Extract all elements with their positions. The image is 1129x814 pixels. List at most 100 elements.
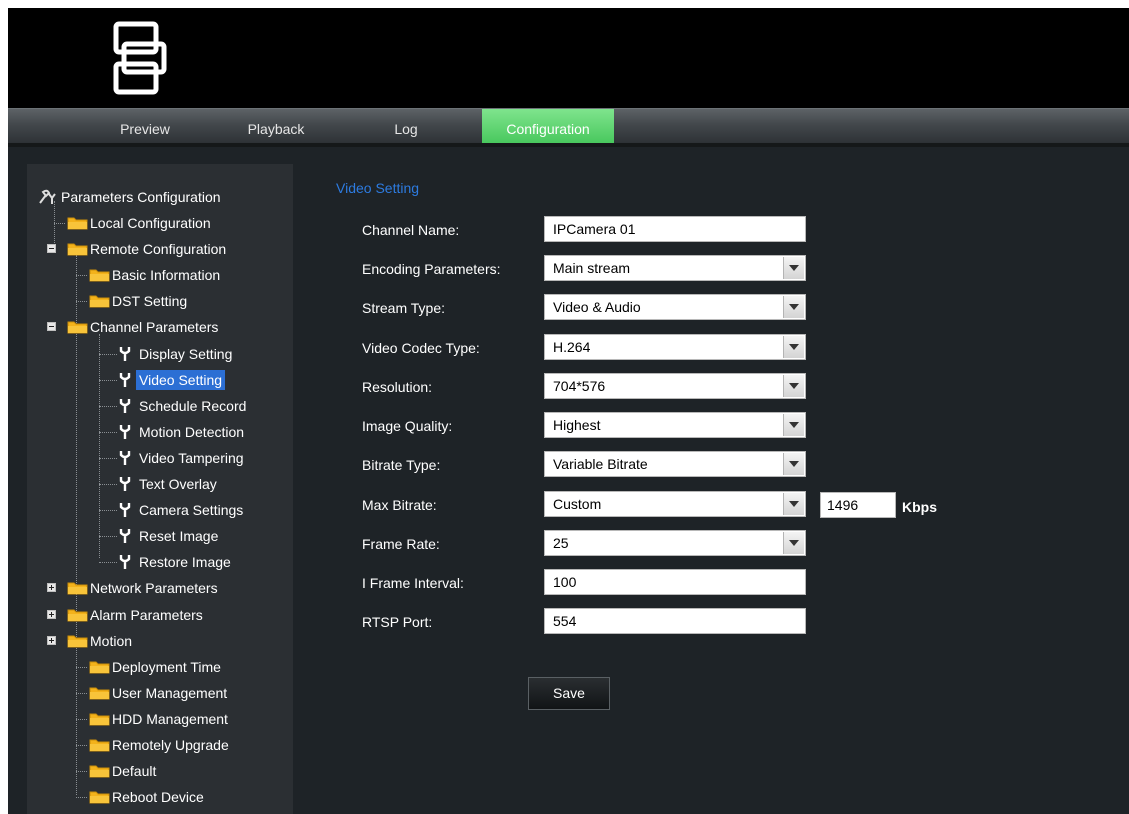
tree-item[interactable]: Channel Parameters (27, 317, 289, 337)
tree-connector (76, 797, 87, 798)
encoding-parameters-select[interactable]: Main stream (544, 255, 806, 281)
tree-item[interactable]: Reset Image (27, 526, 289, 546)
chevron-down-icon[interactable] (783, 453, 804, 475)
tree-connector (76, 719, 87, 720)
wrench-icon (119, 425, 131, 439)
image-quality-select[interactable]: Highest (544, 412, 806, 438)
section-title: Video Setting (336, 180, 420, 196)
custom-bitrate-input[interactable]: 1496 (820, 492, 896, 518)
folder-icon (89, 661, 110, 674)
tree-item-label: Network Parameters (90, 580, 218, 596)
i-frame-interval-input[interactable]: 100 (544, 569, 806, 595)
brand-logo-icon (113, 21, 167, 95)
folder-icon (89, 713, 110, 726)
tree-item[interactable]: Default (27, 761, 289, 781)
tree-item[interactable]: DST Setting (27, 291, 289, 311)
folder-icon (67, 635, 88, 648)
chevron-down-icon[interactable] (783, 532, 804, 554)
app-window: Preview Playback Log Configuration Param… (8, 8, 1129, 814)
chevron-down-icon[interactable] (783, 493, 804, 515)
tree-guide (99, 334, 100, 558)
chevron-down-icon[interactable] (783, 257, 804, 279)
tree-item[interactable]: Camera Settings (27, 500, 289, 520)
collapse-icon[interactable] (47, 244, 56, 253)
tab-log[interactable]: Log (376, 109, 436, 143)
stream-type-select[interactable]: Video & Audio (544, 294, 806, 320)
bitrate-type-label: Bitrate Type: (362, 457, 441, 473)
resolution-label: Resolution: (362, 379, 433, 395)
tree-item-label: Remote Configuration (90, 241, 227, 257)
tree-item-label: Text Overlay (139, 476, 217, 492)
tab-configuration[interactable]: Configuration (482, 109, 614, 143)
header (8, 8, 1129, 108)
tab-playback[interactable]: Playback (236, 109, 316, 143)
tree-item[interactable]: HDD Management (27, 709, 289, 729)
folder-icon (67, 321, 88, 334)
wrench-icon (119, 373, 131, 387)
tree-item[interactable]: Text Overlay (27, 474, 289, 494)
tree-item[interactable]: User Management (27, 683, 289, 703)
expand-icon[interactable] (47, 583, 56, 592)
tree-item[interactable]: Motion (27, 631, 289, 651)
tree-item-label: Reboot Device (112, 789, 204, 805)
expand-icon[interactable] (47, 636, 56, 645)
folder-icon (67, 582, 88, 595)
channel-name-value: IPCamera 01 (553, 221, 636, 237)
tree-item[interactable]: Local Configuration (27, 213, 289, 233)
tree-connector (99, 380, 117, 381)
frame-rate-select[interactable]: 25 (544, 530, 806, 556)
tree-item[interactable]: Display Setting (27, 344, 289, 364)
tree-item[interactable]: Alarm Parameters (27, 605, 289, 625)
chevron-down-icon[interactable] (783, 336, 804, 358)
collapse-icon[interactable] (47, 322, 56, 331)
bitrate-type-select[interactable]: Variable Bitrate (544, 451, 806, 477)
tree-item[interactable]: Remote Configuration (27, 239, 289, 259)
tree-item-label: DST Setting (112, 293, 188, 309)
video-codec-type-select[interactable]: H.264 (544, 334, 806, 360)
wrench-icon (119, 399, 131, 413)
image-quality-value: Highest (553, 417, 601, 433)
tree-item[interactable]: Basic Information (27, 265, 289, 285)
bitrate-unit-label: Kbps (902, 499, 937, 515)
tree-item[interactable]: Deployment Time (27, 657, 289, 677)
max-bitrate-select[interactable]: Custom (544, 491, 806, 517)
encoding-parameters-value: Main stream (553, 260, 631, 276)
tree-root[interactable]: Parameters Configuration (27, 187, 287, 207)
channel-name-input[interactable]: IPCamera 01 (544, 216, 806, 242)
chevron-down-icon[interactable] (783, 414, 804, 436)
tree-item-label: User Management (112, 685, 228, 701)
tree-item[interactable]: Video Setting (27, 370, 289, 390)
tree-connector (54, 223, 65, 224)
tab-preview[interactable]: Preview (100, 109, 190, 143)
tree-item[interactable]: Remotely Upgrade (27, 735, 289, 755)
folder-icon (89, 739, 110, 752)
tree-item[interactable]: Reboot Device (27, 787, 289, 807)
tree-item[interactable]: Schedule Record (27, 396, 289, 416)
folder-icon (89, 791, 110, 804)
tree-connector (99, 432, 117, 433)
tree-item[interactable]: Restore Image (27, 552, 289, 572)
tree-item-label: Video Setting (136, 370, 226, 390)
video-setting-panel: Video Setting Channel Name: IPCamera 01 En… (308, 164, 1129, 814)
save-button[interactable]: Save (528, 677, 610, 710)
tree-connector (76, 771, 87, 772)
wrench-icon (119, 451, 131, 465)
tree-item-label: Camera Settings (139, 502, 244, 518)
tree-item-label: Channel Parameters (90, 319, 219, 335)
tree-item[interactable]: Motion Detection (27, 422, 289, 442)
tree-connector (99, 406, 117, 407)
tree-item[interactable]: Video Tampering (27, 448, 289, 468)
folder-icon (89, 269, 110, 282)
chevron-down-icon[interactable] (783, 296, 804, 318)
resolution-value: 704*576 (553, 378, 606, 394)
resolution-select[interactable]: 704*576 (544, 373, 806, 399)
expand-icon[interactable] (47, 610, 56, 619)
tree-item-label: Basic Information (112, 267, 221, 283)
tree-item[interactable]: Network Parameters (27, 578, 289, 598)
tree-item-label: Local Configuration (90, 215, 211, 231)
rtsp-port-value: 554 (553, 613, 577, 629)
chevron-down-icon[interactable] (783, 375, 804, 397)
tree-item-label: Video Tampering (139, 450, 244, 466)
nav-divider (8, 143, 1129, 147)
rtsp-port-input[interactable]: 554 (544, 608, 806, 634)
